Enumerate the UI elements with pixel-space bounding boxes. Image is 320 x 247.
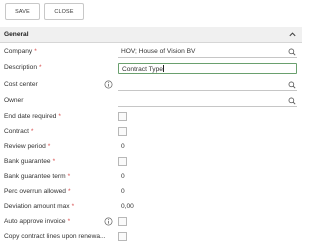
search-icon[interactable] [288,81,296,89]
description-value: Contract Type [122,65,165,73]
company-value: HOV; House of Vision BV [121,48,196,55]
copy-contract-lines-checkbox[interactable] [118,232,127,241]
company-label: Company * [4,48,37,55]
perc-overrun-allowed-row: Perc overrun allowed * 0 [0,185,302,199]
end-date-required-label: End date required * [4,113,61,120]
deviation-amount-max-label: Deviation amount max * [4,203,75,210]
auto-approve-invoice-label: Auto approve invoice * [4,218,71,225]
deviation-amount-max-row: Deviation amount max * 0,00 [0,200,302,214]
close-button[interactable]: CLOSE [44,3,84,20]
description-row: Description * Contract Type [0,61,302,75]
owner-field[interactable] [118,96,297,107]
contract-checkbox[interactable] [118,127,127,136]
auto-approve-invoice-row: Auto approve invoice * [0,215,302,229]
perc-overrun-allowed-label: Perc overrun allowed * [4,188,71,195]
chevron-up-icon[interactable] [288,30,297,39]
bank-guarantee-term-input[interactable]: 0 [121,173,125,180]
auto-approve-invoice-checkbox[interactable] [118,217,127,226]
copy-contract-lines-label: Copy contract lines upon renewa... [4,233,106,240]
review-period-row: Review period * 0 [0,140,302,154]
owner-row: Owner [0,94,302,108]
bank-guarantee-label: Bank guarantee * [4,158,56,165]
bank-guarantee-term-row: Bank guarantee term * 0 [0,170,302,184]
end-date-required-checkbox[interactable] [118,112,127,121]
bank-guarantee-row: Bank guarantee * [0,155,302,169]
end-date-required-row: End date required * [0,110,302,124]
owner-label: Owner [4,97,24,104]
contract-label: Contract * [4,128,34,135]
general-section-header[interactable]: General [0,27,302,43]
info-icon[interactable] [104,80,113,89]
description-label: Description * [4,64,42,71]
cost-center-field[interactable] [118,80,297,91]
save-button[interactable]: SAVE [5,3,40,20]
bank-guarantee-checkbox[interactable] [118,157,127,166]
search-icon[interactable] [288,48,296,56]
contract-row: Contract * [0,125,302,139]
review-period-label: Review period * [4,143,51,150]
company-field[interactable]: HOV; House of Vision BV [118,47,297,58]
cost-center-label: Cost center [4,81,38,88]
cost-center-row: Cost center [0,78,302,92]
company-row: Company * HOV; House of Vision BV [0,45,302,59]
perc-overrun-allowed-input[interactable]: 0 [121,188,125,195]
section-title: General [4,31,29,38]
copy-contract-lines-row: Copy contract lines upon renewa... [0,230,302,244]
review-period-input[interactable]: 0 [121,143,125,150]
info-icon[interactable] [104,217,113,226]
bank-guarantee-term-label: Bank guarantee term * [4,173,71,180]
description-field[interactable]: Contract Type [118,63,297,74]
deviation-amount-max-input[interactable]: 0,00 [121,203,134,210]
search-icon[interactable] [288,97,296,105]
toolbar: SAVE CLOSE [0,0,302,24]
